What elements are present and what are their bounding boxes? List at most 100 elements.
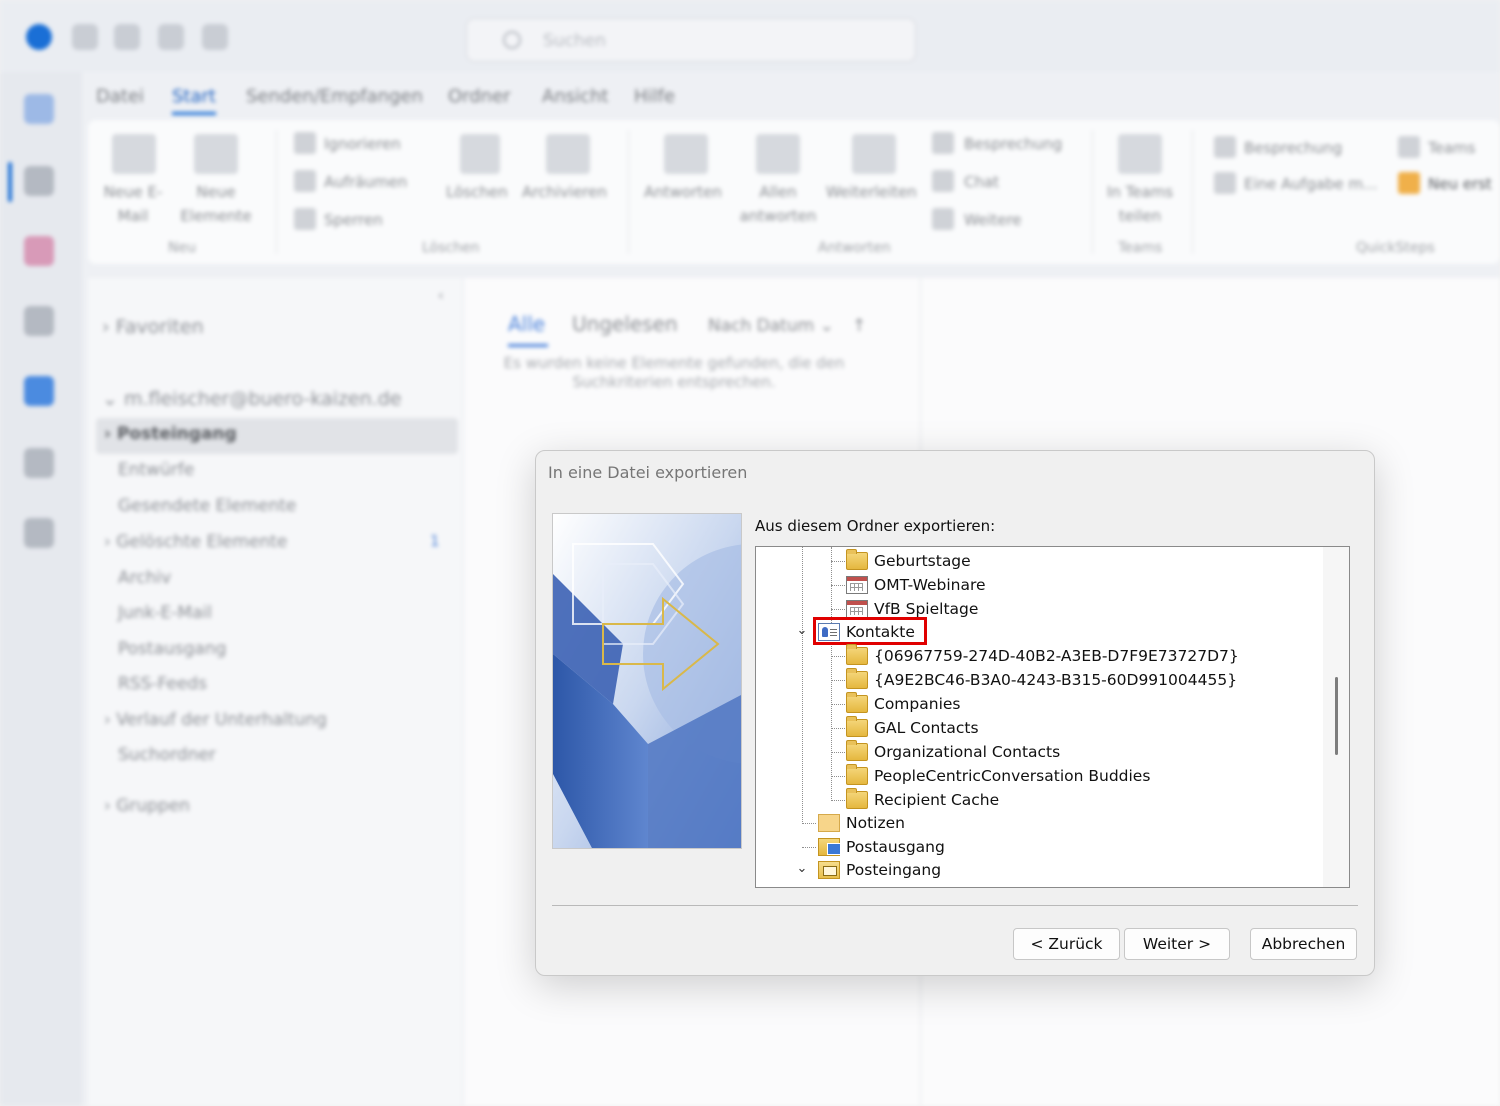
folder-verlauf[interactable]: › Verlauf der Unterhaltung [104,710,327,730]
sort-label: Nach Datum [708,316,815,336]
folder-junk[interactable]: Junk-E-Mail [118,603,212,623]
new-items-button[interactable]: Neue Elemente [170,180,262,228]
tab-ansicht[interactable]: Ansicht [542,86,608,107]
account-label: m.fleischer@buero-kaizen.de [123,388,402,410]
apps-icon[interactable] [24,448,54,478]
favorites-header[interactable]: › Favoriten [102,316,204,338]
tab-hilfe[interactable]: Hilfe [634,86,675,107]
folder-archiv[interactable]: Archiv [118,568,171,588]
chat-button[interactable]: Chat [964,170,999,194]
archive-button[interactable]: Archivieren [522,180,607,204]
tab-senden-empfangen[interactable]: Senden/Empfangen [246,86,423,107]
quickstep-new[interactable]: Neu erst [1428,172,1492,196]
next-button[interactable]: Weiter > [1124,928,1230,960]
cleanup-icon [294,170,316,192]
folder-gesendete[interactable]: Gesendete Elemente [118,496,296,516]
tree-item-posteingang[interactable]: Posteingang [818,858,941,882]
tree-item-gal-contacts[interactable]: GAL Contacts [846,716,979,740]
folder-entwuerfe[interactable]: Entwürfe [118,460,194,480]
tree-item-label: GAL Contacts [874,719,979,737]
tree-item-peoplecentric-buddies[interactable]: PeopleCentricConversation Buddies [846,764,1150,788]
mail-icon[interactable] [24,94,54,124]
undo-icon[interactable] [114,24,140,50]
more-icon [932,208,954,230]
tree-item-guid-2[interactable]: {A9E2BC46-B3A0-4243-B315-60D991004455} [846,668,1237,692]
tab-datei[interactable]: Datei [96,86,144,107]
ribbon-separator [1092,130,1093,254]
folder-tree[interactable]: Geburtstage OMT-Webinare VfB Spieltage ⌄… [755,546,1350,888]
ribbon-separator [628,130,629,254]
teams-share-button[interactable]: In Teams teilen [1102,180,1178,228]
reply-all-button[interactable]: Allen antworten [732,180,824,228]
more-apps-icon[interactable] [24,518,54,548]
ignore-button[interactable]: Ignorieren [324,132,401,156]
forward-button[interactable]: Weiterleiten [826,180,917,204]
block-button[interactable]: Sperren [324,208,383,232]
folder-geloeschte[interactable]: › Gelöschte Elemente [104,532,287,552]
quickstep-team-icon [1398,136,1420,158]
tree-item-omt-webinare[interactable]: OMT-Webinare [846,573,986,597]
tree-item-geburtstage[interactable]: Geburtstage [846,549,971,573]
cleanup-button[interactable]: Aufräumen [324,170,407,194]
tree-item-guid-1[interactable]: {06967759-274D-40B2-A3EB-D7F9E73727D7} [846,644,1239,668]
tree-item-recipient-cache[interactable]: Recipient Cache [846,788,999,812]
back-button[interactable]: < Zurück [1013,928,1120,960]
tree-scrollbar[interactable] [1323,547,1349,887]
groups-header[interactable]: › Gruppen [104,796,190,816]
folder-icon [846,668,868,689]
outbox-icon [818,838,841,856]
delete-button[interactable]: Löschen [446,180,508,204]
filter-underline [508,344,548,347]
more-button[interactable]: Weitere [964,208,1022,232]
folder-rss[interactable]: RSS-Feeds [118,674,207,694]
quickstep-team[interactable]: Teams [1428,136,1475,160]
tree-item-postausgang[interactable]: Postausgang [818,835,945,859]
scrollbar-thumb[interactable] [1335,677,1338,755]
collapse-chevron-icon[interactable]: ⌄ [795,861,809,876]
people-icon[interactable] [24,306,54,336]
quickstep-task[interactable]: Eine Aufgabe m... [1244,172,1377,196]
tab-start[interactable]: Start [172,86,216,107]
tab-ordner[interactable]: Ordner [448,86,511,107]
title-bar: Suchen [0,0,1500,72]
tree-item-companies[interactable]: Companies [846,692,960,716]
search-icon [503,31,521,49]
filter-unread-tab[interactable]: Ungelesen [572,312,678,336]
block-icon [294,208,316,230]
meeting-button[interactable]: Besprechung [964,132,1062,156]
sort-dropdown[interactable]: Nach Datum ⌄ [708,316,834,336]
new-mail-button[interactable]: Neue E-Mail [100,180,166,228]
reply-button[interactable]: Antworten [644,180,722,204]
outlook-logo-icon [26,24,52,50]
folder-suchordner[interactable]: Suchordner [118,745,216,765]
sync-icon[interactable] [72,24,98,50]
tree-item-organizational-contacts[interactable]: Organizational Contacts [846,740,1060,764]
tree-item-label: {A9E2BC46-B3A0-4243-B315-60D991004455} [874,671,1238,689]
search-input[interactable]: Suchen [466,18,916,62]
collapse-chevron-icon[interactable]: ⌄ [795,623,809,638]
unread-badge: 1 [430,532,440,550]
folder-postausgang[interactable]: Postausgang [118,639,226,659]
cancel-button[interactable]: Abbrechen [1250,928,1357,960]
account-header[interactable]: ⌄ m.fleischer@buero-kaizen.de [102,388,401,410]
tree-line [802,823,816,824]
selection-highlight [813,617,927,645]
settings-icon[interactable] [158,24,184,50]
filter-all-tab[interactable]: Alle [508,312,545,336]
group-label-teams: Teams [1118,240,1163,256]
folder-label: Posteingang [116,424,237,444]
print-icon[interactable] [202,24,228,50]
archive-icon [546,134,590,174]
tree-item-notizen[interactable]: Notizen [818,811,905,835]
collapse-pane-icon[interactable]: ‹ [438,288,444,304]
folder-posteingang[interactable]: › Posteingang [104,424,237,444]
copilot-icon[interactable] [24,236,54,266]
tree-item-label: Geburtstage [874,552,971,570]
sort-direction-icon[interactable]: ↑ [852,316,866,336]
favorites-label: Favoriten [115,316,204,338]
quickstep-task-icon [1214,172,1236,194]
calendar-icon[interactable] [24,166,54,196]
group-label-quicksteps: QuickSteps [1356,240,1435,256]
todo-icon[interactable] [24,376,54,406]
quickstep-meeting[interactable]: Besprechung [1244,136,1342,160]
